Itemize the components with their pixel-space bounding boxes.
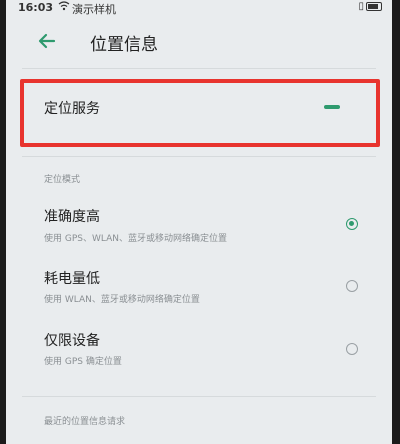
section-divider xyxy=(22,156,376,157)
recent-requests-header: 最近的位置信息请求 xyxy=(44,417,126,427)
vibrate-icon: ▯ xyxy=(358,1,364,12)
status-carrier: 演示样机 xyxy=(72,3,116,16)
option-high-accuracy-title[interactable]: 准确度高 xyxy=(44,206,100,226)
phone-screen: 16:03 演示样机 ▯ 位置信息 定位服务 定位模式 准确度高 使用 GPS、… xyxy=(6,0,392,444)
option-device-only-radio[interactable] xyxy=(346,343,358,355)
option-battery-saving-desc: 使用 WLAN、蓝牙或移动网络确定位置 xyxy=(44,295,200,305)
option-battery-saving-radio[interactable] xyxy=(346,280,358,292)
mode-section-header: 定位模式 xyxy=(44,175,81,185)
back-arrow-icon[interactable] xyxy=(36,30,58,52)
location-service-label[interactable]: 定位服务 xyxy=(44,98,100,118)
status-right-icons: ▯ xyxy=(358,1,382,12)
option-battery-saving-title[interactable]: 耗电量低 xyxy=(44,268,100,288)
device-bezel-right xyxy=(392,0,400,444)
header-divider xyxy=(22,68,376,69)
section-divider-2 xyxy=(22,396,376,397)
option-device-only-title[interactable]: 仅限设备 xyxy=(44,330,100,350)
status-time: 16:03 xyxy=(18,1,54,14)
page-title: 位置信息 xyxy=(90,35,158,55)
header-bar: 位置信息 xyxy=(6,22,392,62)
status-bar: 16:03 演示样机 ▯ xyxy=(6,0,392,18)
location-service-toggle[interactable] xyxy=(324,105,340,109)
battery-icon xyxy=(366,2,382,11)
option-high-accuracy-desc: 使用 GPS、WLAN、蓝牙或移动网络确定位置 xyxy=(44,234,227,244)
option-device-only-desc: 使用 GPS 确定位置 xyxy=(44,357,122,367)
wifi-icon xyxy=(58,1,70,14)
option-high-accuracy-radio[interactable] xyxy=(346,218,358,230)
